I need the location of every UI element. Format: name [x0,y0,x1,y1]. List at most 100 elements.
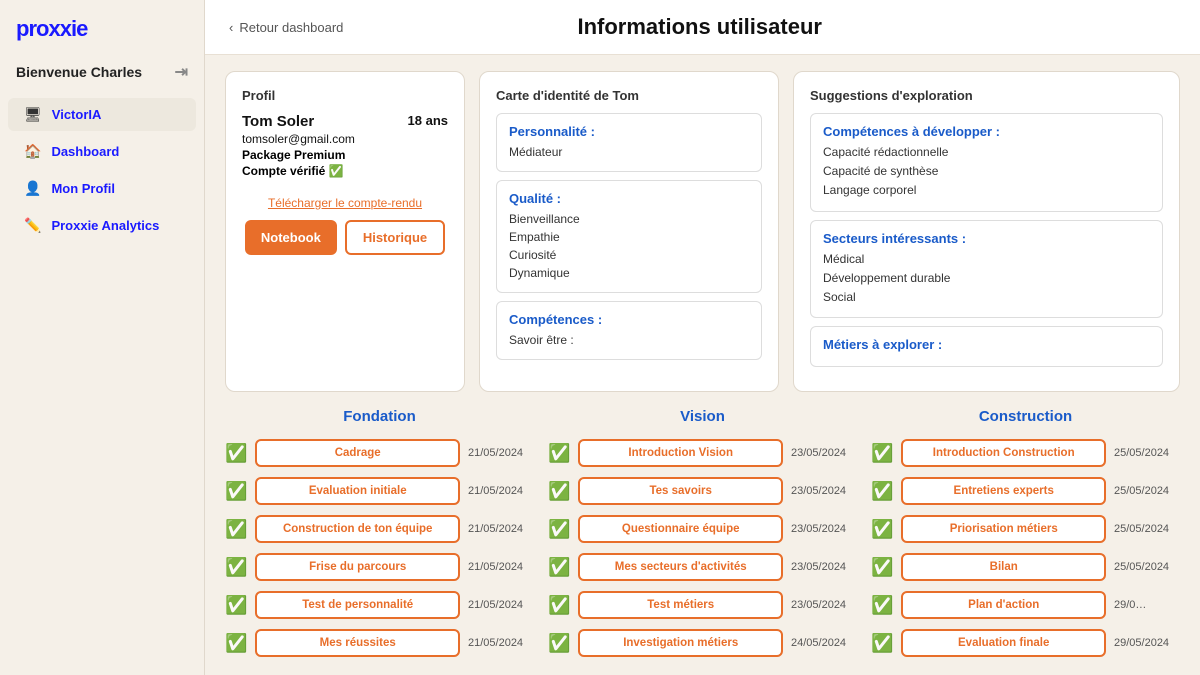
step-date-1-1: 23/05/2024 [791,485,857,497]
check-icon: ✅ [548,633,570,654]
suggestion-section-competences: Compétences à développer : Capacité réda… [810,113,1163,212]
profile-email: tomsoler@gmail.com [242,132,448,146]
suggestions-card: Suggestions d'exploration Compétences à … [793,71,1180,392]
step-date-0-3: 21/05/2024 [468,561,534,573]
download-link[interactable]: Télécharger le compte-rendu [268,196,422,210]
step-button-2-1[interactable]: Entretiens experts [901,477,1106,505]
analytics-icon: ✏️ [24,217,41,234]
step-date-2-0: 25/05/2024 [1114,447,1180,459]
notebook-button[interactable]: Notebook [245,220,337,255]
step-row: ✅ Evaluation finale 29/05/2024 [871,629,1180,657]
step-date-1-4: 23/05/2024 [791,599,857,611]
step-button-2-3[interactable]: Bilan [901,553,1106,581]
step-button-2-5[interactable]: Evaluation finale [901,629,1106,657]
profile-name: Tom Soler [242,113,314,130]
sidebar-item-victoria-label: VictorIA [52,107,102,122]
check-icon: ✅ [225,633,247,654]
check-icon: ✅ [871,481,893,502]
column-construction: Construction✅Introduction Construction25… [871,408,1180,657]
step-button-1-5[interactable]: Investigation métiers [578,629,783,657]
dashboard-icon: 🏠 [24,143,41,160]
step-row: ✅ Introduction Construction 25/05/2024 [871,439,1180,467]
step-button-0-4[interactable]: Test de personnalité [255,591,460,619]
identity-label-qualite: Qualité : [509,191,749,206]
step-button-1-0[interactable]: Introduction Vision [578,439,783,467]
step-button-1-2[interactable]: Questionnaire équipe [578,515,783,543]
step-date-2-3: 25/05/2024 [1114,561,1180,573]
step-row: ✅Mes secteurs d'activités23/05/2024 [548,553,857,581]
identity-value-qualite: Bienveillance Empathie Curiosité Dynamiq… [509,210,749,282]
step-row: ✅Test de personnalité21/05/2024 [225,591,534,619]
step-button-2-0[interactable]: Introduction Construction [901,439,1106,467]
step-button-1-4[interactable]: Test métiers [578,591,783,619]
sidebar-item-analytics[interactable]: ✏️ Proxxie Analytics [8,209,196,242]
check-icon: ✅ [871,633,893,654]
step-date-0-1: 21/05/2024 [468,485,534,497]
check-icon: ✅ [548,481,570,502]
victoria-icon: 🖥 [24,106,42,123]
identity-section-title: Carte d'identité de Tom [496,88,762,103]
identity-section-competences: Compétences : Savoir être : [496,301,762,360]
step-button-0-3[interactable]: Frise du parcours [255,553,460,581]
sidebar-item-dashboard[interactable]: 🏠 Dashboard [8,135,196,168]
back-chevron-icon: ‹ [229,20,233,35]
step-button-1-1[interactable]: Tes savoirs [578,477,783,505]
column-vision: Vision✅Introduction Vision23/05/2024✅Tes… [548,408,857,657]
identity-card: Carte d'identité de Tom Personnalité : M… [479,71,779,392]
content-area: Profil Tom Soler 18 ans tomsoler@gmail.c… [205,55,1200,675]
sidebar-item-victoria[interactable]: 🖥 VictorIA [8,98,196,131]
step-date-2-5: 29/05/2024 [1114,637,1180,649]
profile-verified: Compte vérifié ✅ [242,164,448,178]
step-button-2-4[interactable]: Plan d'action [901,591,1106,619]
identity-label-competences: Compétences : [509,312,749,327]
step-date-2-4: 29/0… [1114,599,1180,611]
columns-section: Fondation✅Cadrage21/05/2024✅Evaluation i… [225,408,1180,657]
page-title: Informations utilisateur [359,14,1040,40]
identity-value-personnalite: Médiateur [509,143,749,161]
check-icon: ✅ [548,557,570,578]
historique-button[interactable]: Historique [345,220,445,255]
check-icon: ✅ [548,519,570,540]
step-row: ✅Frise du parcours21/05/2024 [225,553,534,581]
step-row: ✅ Priorisation métiers 25/05/2024 [871,515,1180,543]
step-row: ✅Entretiens experts25/05/2024 [871,477,1180,505]
step-button-0-2[interactable]: Construction de ton équipe [255,515,460,543]
logo: proxxie [0,16,204,62]
step-row: ✅Introduction Vision23/05/2024 [548,439,857,467]
column-title-0: Fondation [225,408,534,425]
back-link[interactable]: ‹ Retour dashboard [229,20,343,35]
sidebar-item-monprofil[interactable]: 👤 Mon Profil [8,172,196,205]
identity-label-personnalite: Personnalité : [509,124,749,139]
suggestion-value-secteurs: Médical Développement durable Social [823,250,1150,308]
step-row: ✅Cadrage21/05/2024 [225,439,534,467]
step-row: ✅ Tes savoirs 23/05/2024 [548,477,857,505]
back-link-label: Retour dashboard [239,20,343,35]
step-date-1-5: 24/05/2024 [791,637,857,649]
step-row: ✅Construction de ton équipe21/05/2024 [225,515,534,543]
step-button-0-0[interactable]: Cadrage [255,439,460,467]
step-button-2-2[interactable]: Priorisation métiers [901,515,1106,543]
column-title-1: Vision [548,408,857,425]
step-row: ✅ Investigation métiers 24/05/2024 [548,629,857,657]
step-row: ✅ Test métiers 23/05/2024 [548,591,857,619]
step-date-2-2: 25/05/2024 [1114,523,1180,535]
suggestions-section-title: Suggestions d'exploration [810,88,1163,103]
check-icon: ✅ [225,481,247,502]
profile-age: 18 ans [408,113,448,128]
suggestion-label-metiers: Métiers à explorer : [823,337,1150,352]
logout-icon[interactable]: ⇥ [175,62,188,82]
check-icon: ✅ [871,443,893,464]
check-icon: ✅ [548,595,570,616]
monprofil-icon: 👤 [24,180,41,197]
sidebar-item-analytics-label: Proxxie Analytics [51,218,159,233]
sidebar-item-monprofil-label: Mon Profil [51,181,115,196]
step-date-1-2: 23/05/2024 [791,523,857,535]
profile-actions: Télécharger le compte-rendu Notebook His… [242,196,448,255]
column-fondation: Fondation✅Cadrage21/05/2024✅Evaluation i… [225,408,534,657]
step-button-1-3[interactable]: Mes secteurs d'activités [578,553,783,581]
step-row: ✅ Questionnaire équipe 23/05/2024 [548,515,857,543]
top-row: Profil Tom Soler 18 ans tomsoler@gmail.c… [225,71,1180,392]
check-icon: ✅ [871,519,893,540]
step-button-0-1[interactable]: Evaluation initiale [255,477,460,505]
step-button-0-5[interactable]: Mes réussites [255,629,460,657]
